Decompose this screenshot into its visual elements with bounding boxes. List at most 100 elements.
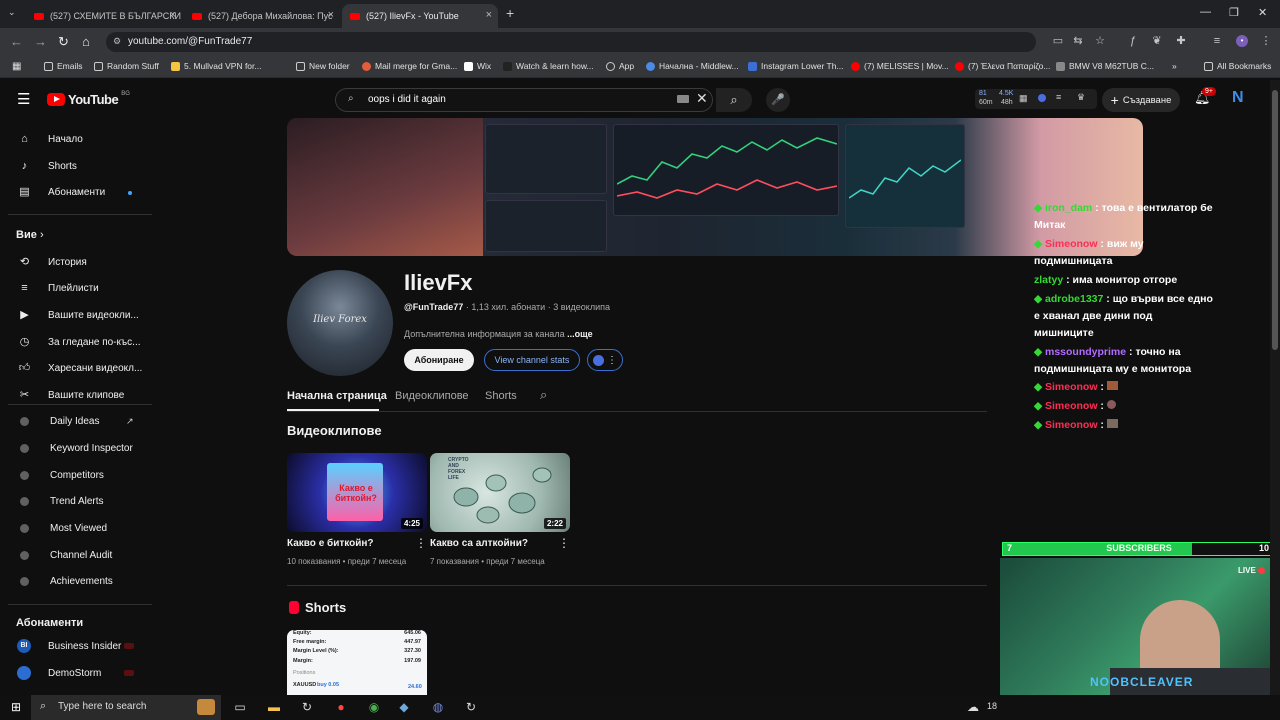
view-channel-stats-button[interactable]: View channel stats [484, 349, 580, 371]
sidebar-item-history[interactable]: ⟲ История [0, 251, 152, 273]
app-icon[interactable]: ● [334, 700, 348, 714]
tab-videos[interactable]: Видеоклипове [395, 390, 469, 402]
page-scrollbar[interactable] [1270, 80, 1280, 695]
sidebar-item-watch-later[interactable]: ◷ За гледане по-къс... [0, 331, 152, 353]
clear-search-icon[interactable]: ✕ [696, 90, 708, 107]
bookmark-link[interactable]: Watch & learn how... [503, 61, 594, 71]
video-menu-icon[interactable]: ⋮ [558, 536, 570, 550]
extension-leaf-icon[interactable]: ❦ [1151, 35, 1163, 47]
bookmark-star-icon[interactable]: ☆ [1094, 35, 1106, 47]
bookmark-folder[interactable]: Emails [44, 61, 83, 71]
browser-tab[interactable]: (527) СХЕМИТЕ В БЪЛГАРСКИ × [26, 4, 182, 28]
tab-home[interactable]: Начална страница [287, 390, 387, 402]
bookmark-link[interactable]: Wix [464, 61, 491, 71]
sidebar-tool-competitors[interactable]: Competitors [0, 464, 152, 486]
back-icon[interactable]: ← [10, 34, 23, 49]
video-thumbnail[interactable]: Какво е биткойн? 4:25 [287, 453, 427, 532]
video-thumbnail[interactable]: CRYPTO AND FOREX LIFE 2:22 [430, 453, 570, 532]
url-bar[interactable]: ⚙ youtube.com/@FunTrade77 [106, 32, 1036, 52]
more-bookmarks-icon[interactable]: » [1172, 61, 1177, 71]
channel-description[interactable]: Допълнителна информация за канала ...още [404, 329, 593, 339]
windows-start-icon[interactable]: ⊞ [9, 700, 23, 714]
bookmark-link[interactable]: (7) MELISSES | Mov... [851, 61, 949, 71]
more-link[interactable]: ...още [567, 329, 593, 339]
channel-search-icon[interactable]: ⌕ [540, 387, 547, 403]
hamburger-menu-icon[interactable]: ☰ [17, 90, 30, 108]
browser-tab-active[interactable]: (527) IlievFx - YouTube × [342, 4, 498, 28]
sidebar-sub-channel[interactable]: DemoStorm [0, 662, 152, 684]
bookmark-link[interactable]: App [606, 61, 634, 71]
video-menu-icon[interactable]: ⋮ [415, 536, 427, 550]
bookmark-link[interactable]: 5. Mullvad VPN for... [171, 61, 261, 71]
bookmark-link[interactable]: Instagram Lower Th... [748, 61, 844, 71]
bookmark-link[interactable]: Начална - Middlew... [646, 61, 739, 71]
sidebar-item-home[interactable]: ⌂ Начало [0, 128, 152, 150]
sidebar-item-your-videos[interactable]: ▶ Вашите видеокли... [0, 304, 152, 326]
keyboard-icon[interactable] [677, 95, 689, 103]
menu-icon[interactable]: ⋮ [1260, 35, 1272, 47]
task-view-icon[interactable]: ▭ [233, 700, 247, 714]
account-avatar[interactable]: N [1232, 89, 1244, 107]
reload-icon[interactable]: ↻ [58, 34, 69, 50]
site-info-icon[interactable]: ⚙ [113, 36, 121, 47]
sidebar-item-your-clips[interactable]: ✂ Вашите клипове [0, 384, 152, 406]
voice-search-icon[interactable]: 🎤 [766, 88, 790, 112]
minimize-icon[interactable]: — [1200, 6, 1211, 18]
app-icon[interactable]: ↻ [300, 700, 314, 714]
grid-icon[interactable]: ▦ [1019, 93, 1028, 104]
app-icon[interactable]: ↻ [464, 700, 478, 714]
browser-tab[interactable]: (527) Дебора Михайлова: Пус × [184, 4, 340, 28]
bookmark-link[interactable]: Mail merge for Gma... [362, 61, 457, 71]
sidebar-tool-trend-alerts[interactable]: Trend Alerts [0, 490, 152, 512]
sidebar-item-playlists[interactable]: ≡ Плейлисти [0, 277, 152, 299]
search-button[interactable]: ⌕ [716, 88, 752, 112]
youtube-logo[interactable]: YouTube BG [47, 91, 130, 107]
extension-f-icon[interactable]: ƒ [1127, 35, 1139, 47]
tab-search-icon[interactable]: ⌄ [8, 7, 16, 18]
install-icon[interactable]: ▭ [1052, 35, 1064, 47]
sidebar-you-header[interactable]: Вие › [0, 224, 152, 246]
taskbar-search-input[interactable]: ⌕ Type here to search [31, 695, 221, 720]
profile-icon[interactable]: • [1236, 35, 1248, 47]
tab-groups-icon[interactable]: ≡ [1211, 35, 1223, 47]
sidebar-tool-keyword-inspector[interactable]: Keyword Inspector [0, 437, 152, 459]
bookmark-folder[interactable]: New folder [296, 61, 350, 71]
subscribe-button[interactable]: Абониране [404, 349, 474, 371]
short-thumbnail[interactable]: Equity: 645.06 Free margin: 447.97 Margin … [287, 630, 427, 695]
chrome-icon[interactable]: ◉ [367, 700, 381, 714]
scrollbar-thumb[interactable] [1272, 90, 1278, 350]
home-icon[interactable]: ⌂ [82, 34, 90, 49]
tab-shorts[interactable]: Shorts [485, 390, 517, 402]
create-button[interactable]: + Създаване [1102, 88, 1180, 112]
search-input[interactable]: ⌕ oops i did it again ✕ [335, 88, 713, 112]
restore-icon[interactable]: ❐ [1229, 6, 1239, 19]
sidebar-item-shorts[interactable]: ♪ Shorts [0, 155, 152, 177]
list-icon[interactable]: ≡ [1056, 92, 1061, 102]
sidebar-tool-most-viewed[interactable]: Most Viewed [0, 517, 152, 539]
extension-stats[interactable]: 81 60m 4.5K 48h ▦ ≡ ♛ [975, 89, 1097, 109]
discord-icon[interactable]: ◍ [431, 700, 445, 714]
sidebar-item-subscriptions[interactable]: ▤ Абонаменти [0, 181, 152, 203]
channel-avatar[interactable]: Iliev Forex [287, 270, 393, 376]
steam-icon[interactable]: ◆ [397, 700, 411, 714]
close-icon[interactable]: × [170, 9, 176, 21]
video-title[interactable]: Какво са алткойни? [430, 538, 528, 549]
sidebar-tool-daily-ideas[interactable]: Daily Ideas ↗ [0, 410, 152, 432]
sidebar-sub-channel[interactable]: BI Business Insider [0, 635, 152, 657]
extension-menu-button[interactable]: ⋮ [587, 349, 623, 371]
sidebar-tool-channel-audit[interactable]: Channel Audit [0, 544, 152, 566]
video-title[interactable]: Какво е биткойн? [287, 538, 374, 549]
extensions-puzzle-icon[interactable]: ✚ [1175, 35, 1187, 47]
window-close-icon[interactable]: ✕ [1258, 6, 1267, 19]
sidebar-item-liked[interactable]: 👍︎ Харесани видеокл... [0, 357, 152, 379]
eye-icon[interactable] [1038, 94, 1046, 102]
bookmark-link[interactable]: (7) Έλενα Παπαρίζο... [955, 61, 1050, 71]
bookmark-link[interactable]: BMW V8 M62TUB C... [1056, 61, 1154, 71]
close-icon[interactable]: × [328, 9, 334, 21]
bookmark-folder[interactable]: Random Stuff [94, 61, 159, 71]
new-tab-button[interactable]: + [506, 5, 514, 21]
forward-icon[interactable]: → [34, 34, 47, 49]
sidebar-tool-achievements[interactable]: Achievements [0, 570, 152, 592]
trophy-icon[interactable]: ♛ [1077, 92, 1085, 103]
all-bookmarks[interactable]: All Bookmarks [1204, 61, 1271, 71]
